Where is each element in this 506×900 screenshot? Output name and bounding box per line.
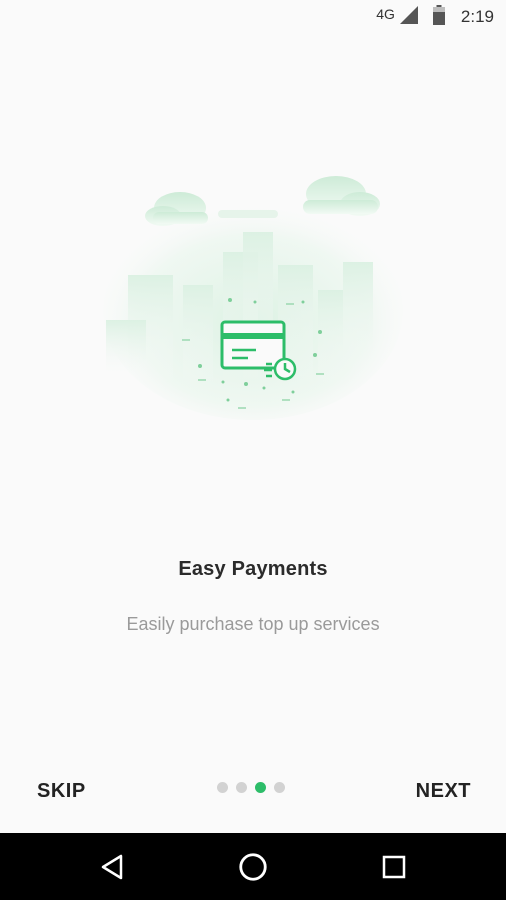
battery-icon — [432, 4, 445, 30]
home-icon[interactable] — [237, 851, 269, 883]
network-type: 4G — [376, 6, 395, 22]
onboarding-title: Easy Payments — [178, 558, 328, 580]
navigation-bar — [0, 833, 506, 900]
page-dot[interactable] — [274, 782, 285, 793]
page-dot-active[interactable] — [255, 782, 266, 793]
card-payment-illustration — [98, 170, 408, 430]
status-bar: 4G 2:19 — [0, 0, 506, 34]
onboarding-subtitle: Easily purchase top up services — [126, 614, 380, 634]
next-button[interactable]: NEXT — [416, 780, 471, 803]
signal-icon — [399, 5, 419, 30]
back-icon[interactable] — [97, 851, 129, 883]
skip-button[interactable]: SKIP — [37, 780, 86, 803]
page-indicator — [217, 782, 285, 793]
page-dot[interactable] — [236, 782, 247, 793]
recent-apps-icon[interactable] — [378, 851, 410, 883]
clock: 2:19 — [460, 7, 494, 26]
page-dot[interactable] — [217, 782, 228, 793]
